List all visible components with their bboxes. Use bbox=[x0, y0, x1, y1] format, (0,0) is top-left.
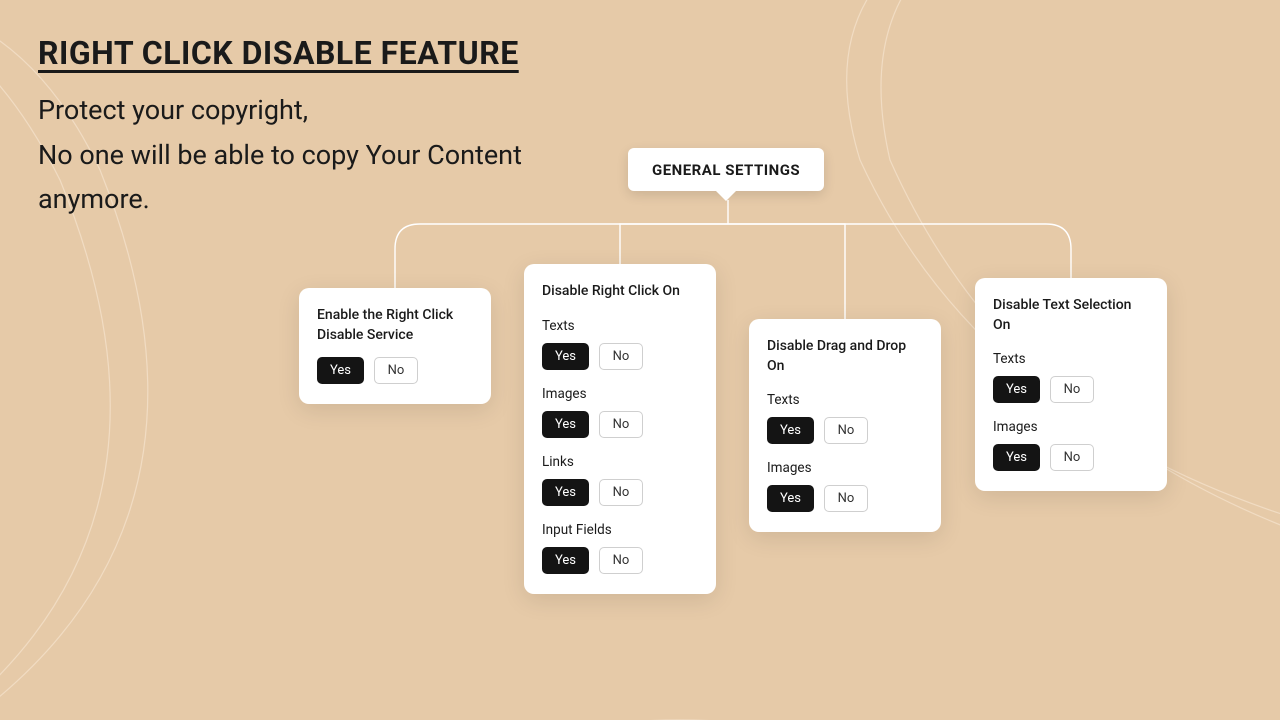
yes-button[interactable]: Yes bbox=[542, 547, 589, 574]
no-button[interactable]: No bbox=[374, 357, 418, 384]
option-label: Texts bbox=[767, 392, 923, 408]
option-label: Links bbox=[542, 454, 698, 470]
card-title: Enable the Right Click Disable Service bbox=[317, 306, 473, 345]
yes-button[interactable]: Yes bbox=[542, 411, 589, 438]
option-images: Images Yes No bbox=[767, 460, 923, 512]
no-button[interactable]: No bbox=[1050, 376, 1094, 403]
no-button[interactable]: No bbox=[599, 411, 643, 438]
yes-button[interactable]: Yes bbox=[767, 485, 814, 512]
no-button[interactable]: No bbox=[1050, 444, 1094, 471]
option-label: Images bbox=[993, 419, 1149, 435]
option-links: Links Yes No bbox=[542, 454, 698, 506]
option-input-fields: Input Fields Yes No bbox=[542, 522, 698, 574]
card-title: Disable Text Selection On bbox=[993, 296, 1149, 335]
card-disable-drag-drop: Disable Drag and Drop On Texts Yes No Im… bbox=[749, 319, 941, 532]
page-title: RIGHT CLICK DISABLE FEATURE bbox=[38, 34, 519, 72]
card-title: Disable Drag and Drop On bbox=[767, 337, 923, 376]
subtitle-line-1: Protect your copyright, bbox=[38, 94, 308, 126]
page-subtitle: Protect your copyright, No one will be a… bbox=[38, 88, 598, 222]
card-title: Disable Right Click On bbox=[542, 282, 698, 302]
no-button[interactable]: No bbox=[824, 417, 868, 444]
option-label: Texts bbox=[993, 351, 1149, 367]
card-enable-service: Enable the Right Click Disable Service Y… bbox=[299, 288, 491, 404]
option-label: Input Fields bbox=[542, 522, 698, 538]
option-images: Images Yes No bbox=[542, 386, 698, 438]
yes-button[interactable]: Yes bbox=[993, 376, 1040, 403]
option-texts: Texts Yes No bbox=[993, 351, 1149, 403]
card-disable-text-selection: Disable Text Selection On Texts Yes No I… bbox=[975, 278, 1167, 491]
option-label: Images bbox=[767, 460, 923, 476]
yes-button[interactable]: Yes bbox=[767, 417, 814, 444]
option-texts: Texts Yes No bbox=[767, 392, 923, 444]
option-images: Images Yes No bbox=[993, 419, 1149, 471]
subtitle-line-2: No one will be able to copy Your Content… bbox=[38, 139, 522, 216]
toggle-enable-service: Yes No bbox=[317, 357, 473, 384]
option-label: Images bbox=[542, 386, 698, 402]
card-disable-right-click: Disable Right Click On Texts Yes No Imag… bbox=[524, 264, 716, 594]
yes-button[interactable]: Yes bbox=[993, 444, 1040, 471]
option-texts: Texts Yes No bbox=[542, 318, 698, 370]
no-button[interactable]: No bbox=[599, 343, 643, 370]
yes-button[interactable]: Yes bbox=[542, 343, 589, 370]
root-node-general-settings: GENERAL SETTINGS bbox=[628, 148, 824, 191]
yes-button[interactable]: Yes bbox=[542, 479, 589, 506]
no-button[interactable]: No bbox=[599, 479, 643, 506]
no-button[interactable]: No bbox=[599, 547, 643, 574]
no-button[interactable]: No bbox=[824, 485, 868, 512]
option-label: Texts bbox=[542, 318, 698, 334]
yes-button[interactable]: Yes bbox=[317, 357, 364, 384]
